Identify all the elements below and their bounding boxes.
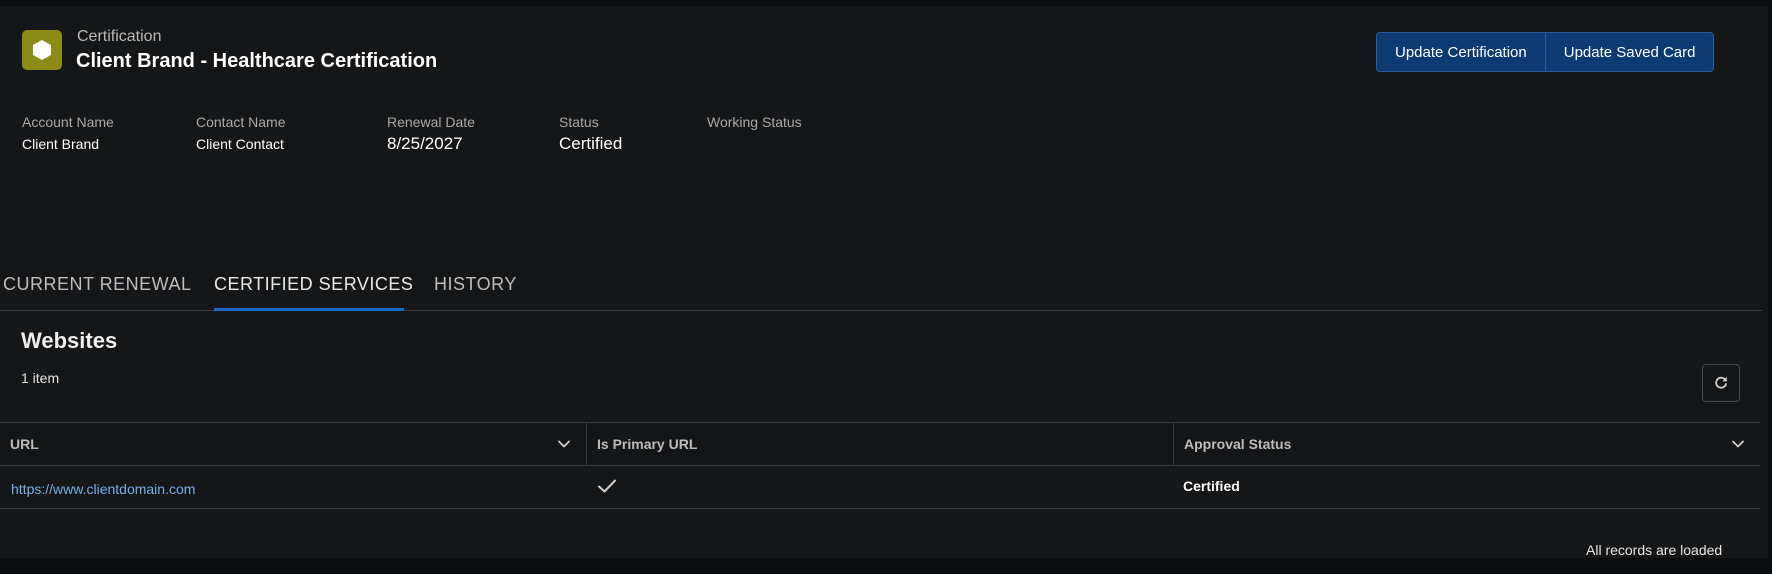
chevron-down-icon[interactable] [1730, 436, 1746, 452]
renewal-date-label: Renewal Date [387, 114, 475, 130]
website-url-link[interactable]: https://www.clientdomain.com [11, 481, 195, 497]
contact-name-value[interactable]: Client Contact [196, 136, 285, 152]
table-row: https://www.clientdomain.com Certified [0, 464, 1760, 509]
status-value: Certified [559, 134, 623, 153]
column-header-url-label: URL [10, 436, 39, 452]
refresh-button[interactable] [1702, 364, 1740, 402]
status-field: Status Certified [559, 114, 622, 154]
column-header-approval-status-label: Approval Status [1184, 436, 1292, 452]
update-saved-card-button[interactable]: Update Saved Card [1544, 33, 1714, 71]
column-header-approval-status[interactable]: Approval Status [1174, 423, 1760, 465]
working-status-field: Working Status [707, 114, 802, 136]
object-type-label: Certification [77, 28, 162, 45]
checkmark-icon [598, 479, 616, 493]
item-count: 1 item [21, 370, 60, 386]
records-loaded-message: All records are loaded [1586, 542, 1723, 558]
column-header-primary-url[interactable]: Is Primary URL [587, 423, 1173, 465]
active-tab-indicator [214, 308, 404, 311]
record-page: Certification Client Brand - Healthcare … [0, 6, 1768, 558]
column-header-primary-url-label: Is Primary URL [597, 436, 698, 452]
websites-title: Websites [21, 328, 118, 353]
account-name-label: Account Name [22, 114, 114, 130]
chevron-down-icon[interactable] [556, 436, 572, 452]
tab-history[interactable]: HISTORY [434, 274, 517, 295]
status-label: Status [559, 114, 599, 130]
contact-name-label: Contact Name [196, 114, 286, 130]
account-name-value[interactable]: Client Brand [22, 136, 114, 152]
tab-current-renewal[interactable]: CURRENT RENEWAL [3, 274, 192, 295]
tab-certified-services[interactable]: CERTIFIED SERVICES [214, 274, 413, 295]
update-certification-button[interactable]: Update Certification [1377, 33, 1545, 71]
refresh-icon [1715, 376, 1727, 389]
account-name-field: Account Name Client Brand [22, 114, 114, 152]
approval-status-value: Certified [1183, 478, 1240, 494]
renewal-date-value: 8/25/2027 [387, 134, 463, 153]
contact-name-field: Contact Name Client Contact [196, 114, 285, 152]
column-header-url[interactable]: URL [0, 423, 586, 465]
renewal-date-field: Renewal Date 8/25/2027 [387, 114, 475, 154]
working-status-label: Working Status [707, 114, 802, 130]
action-button-group: Update Certification Update Saved Card [1376, 32, 1715, 72]
tab-bar: CURRENT RENEWAL CERTIFIED SERVICES HISTO… [0, 268, 1762, 311]
hexagon-icon [22, 30, 62, 70]
table-header: URL Is Primary URL Approval Status [0, 422, 1760, 466]
record-title: Client Brand - Healthcare Certification [76, 50, 438, 72]
